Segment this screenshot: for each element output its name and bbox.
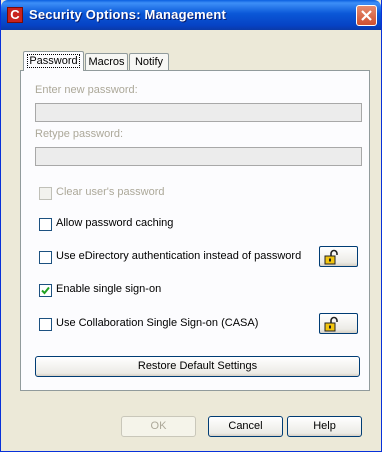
single-sign-on-checkbox[interactable] — [39, 284, 52, 297]
clear-password-checkbox[interactable] — [39, 187, 52, 200]
unlock-icon — [324, 316, 338, 332]
checkmark-icon — [41, 286, 50, 295]
title-bar[interactable]: C Security Options: Management — [1, 0, 381, 30]
tab-macros[interactable]: Macros — [85, 53, 128, 70]
tab-notify-label: Notify — [134, 56, 164, 68]
allow-caching-label: Allow password caching — [56, 217, 174, 229]
app-icon: C — [7, 7, 23, 23]
allow-caching-checkbox[interactable] — [39, 218, 52, 231]
unlock-icon — [324, 249, 338, 265]
help-button[interactable]: Help — [287, 416, 362, 437]
restore-defaults-button[interactable]: Restore Default Settings — [35, 356, 360, 377]
clear-password-label: Clear user's password — [56, 186, 165, 198]
window-title: Security Options: Management — [29, 7, 227, 22]
tab-macros-label: Macros — [88, 56, 125, 68]
new-password-label: Enter new password: — [35, 84, 138, 96]
retype-password-field[interactable] — [35, 147, 362, 166]
edirectory-auth-label: Use eDirectory authentication instead of… — [56, 250, 302, 262]
casa-lock-button[interactable] — [319, 313, 358, 334]
single-sign-on-label: Enable single sign-on — [56, 283, 162, 295]
edirectory-lock-button[interactable] — [319, 246, 358, 267]
security-options-dialog: C Security Options: Management Password … — [0, 0, 382, 452]
tab-password[interactable]: Password — [23, 51, 84, 71]
new-password-field[interactable] — [35, 103, 362, 122]
tab-notify[interactable]: Notify — [129, 53, 169, 70]
retype-password-label: Retype password: — [35, 128, 124, 140]
close-icon — [361, 10, 372, 21]
casa-checkbox[interactable] — [39, 318, 52, 331]
casa-label: Use Collaboration Single Sign-on (CASA) — [56, 317, 259, 329]
ok-button[interactable]: OK — [121, 416, 196, 437]
close-button[interactable] — [356, 5, 377, 26]
cancel-button[interactable]: Cancel — [208, 416, 283, 437]
edirectory-auth-checkbox[interactable] — [39, 251, 52, 264]
tab-password-label: Password — [27, 54, 80, 68]
